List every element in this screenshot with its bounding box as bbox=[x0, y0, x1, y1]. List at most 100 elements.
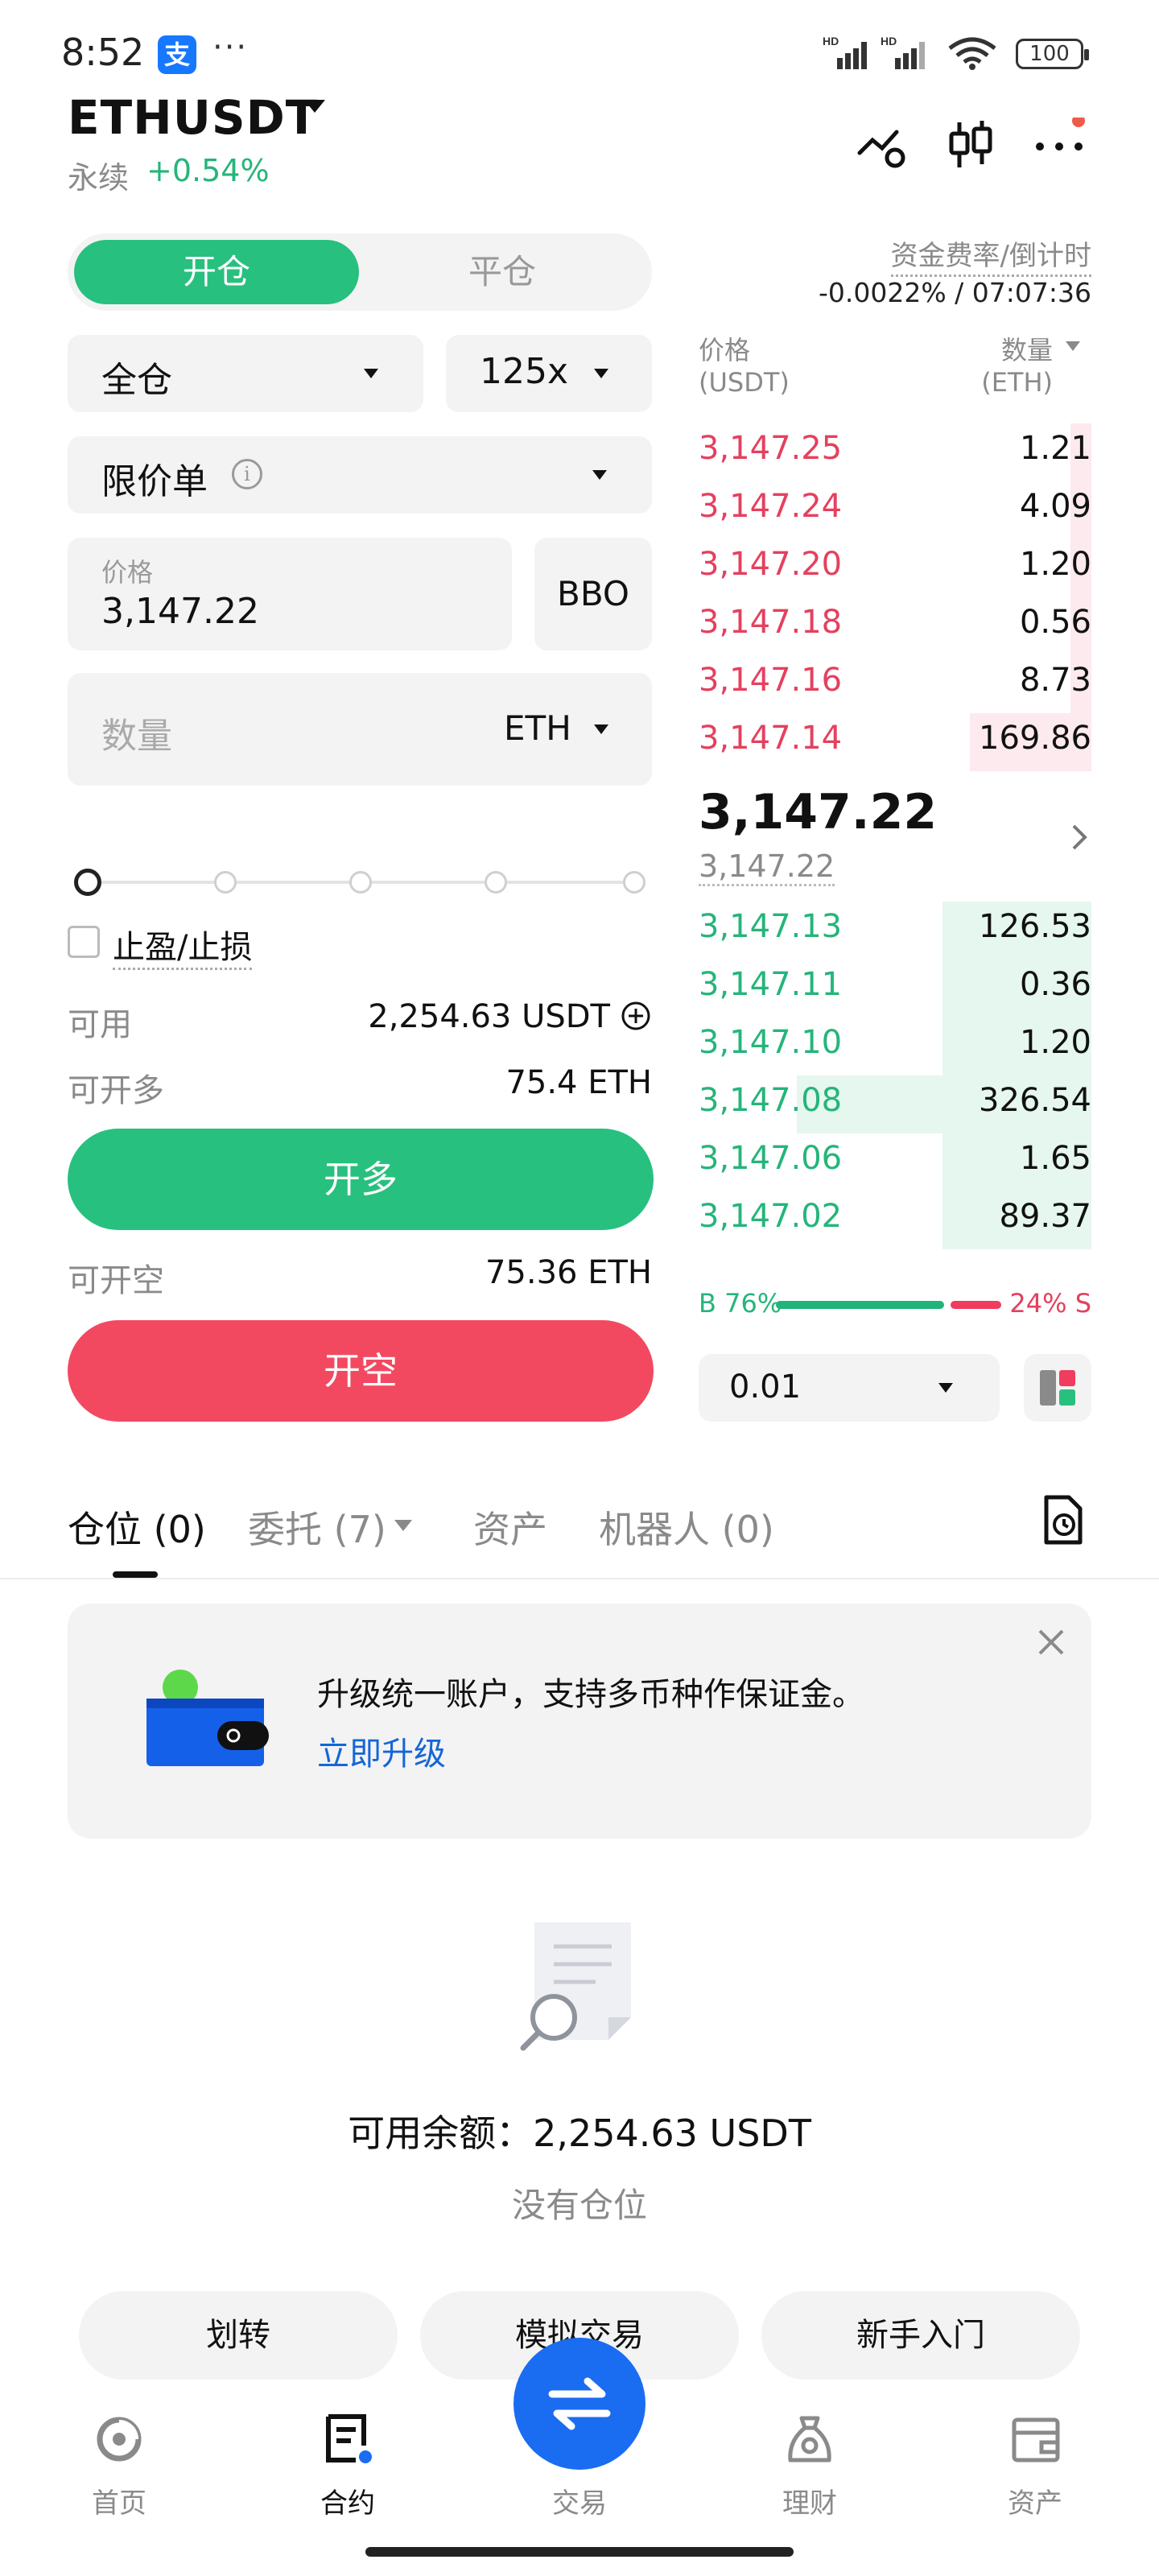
open-long-button[interactable]: 开多 bbox=[68, 1129, 654, 1230]
divider bbox=[0, 1578, 1159, 1579]
slider-handle[interactable] bbox=[74, 869, 101, 896]
quantity-unit[interactable]: ETH bbox=[504, 708, 571, 748]
slider-step-50[interactable] bbox=[349, 871, 372, 894]
wifi-icon bbox=[948, 37, 996, 70]
ask-qty[interactable]: 1.21 bbox=[1020, 430, 1091, 467]
price-input-label: 价格 bbox=[101, 557, 154, 588]
symbol-title[interactable]: ETHUSDT bbox=[68, 90, 318, 145]
bid-price[interactable]: 3,147.02 bbox=[699, 1198, 842, 1235]
bid-price[interactable]: 3,147.06 bbox=[699, 1140, 842, 1177]
ask-row[interactable]: 3,147.24 4.09 bbox=[699, 481, 1091, 539]
earn-icon bbox=[788, 2416, 831, 2462]
tab-orders[interactable]: 委托 (7) bbox=[248, 1501, 386, 1554]
max-short-label: 可开空 bbox=[68, 1262, 164, 1299]
close-icon[interactable] bbox=[1037, 1628, 1066, 1657]
ask-price[interactable]: 3,147.18 bbox=[699, 604, 842, 641]
open-short-button[interactable]: 开空 bbox=[68, 1320, 654, 1422]
bid-qty[interactable]: 0.36 bbox=[1020, 966, 1091, 1003]
signal-icon: HD bbox=[823, 35, 867, 69]
candlestick-chart-icon[interactable] bbox=[943, 118, 998, 172]
more-menu-icon[interactable] bbox=[1032, 118, 1087, 172]
ask-price[interactable]: 3,147.25 bbox=[699, 430, 842, 467]
margin-mode-value: 全仓 bbox=[101, 360, 172, 401]
bid-row[interactable]: 3,147.02 89.37 bbox=[699, 1191, 1091, 1249]
ask-qty[interactable]: 169.86 bbox=[979, 720, 1091, 757]
funding-rate-value: -0.0022% / 07:07:36 bbox=[818, 277, 1091, 308]
bid-row[interactable]: 3,147.10 1.20 bbox=[699, 1018, 1091, 1075]
leverage-select[interactable]: 125x bbox=[446, 335, 652, 412]
upgrade-now-link[interactable]: 立即升级 bbox=[317, 1728, 446, 1774]
ask-row[interactable]: 3,147.18 0.56 bbox=[699, 597, 1091, 655]
chevron-right-icon[interactable] bbox=[1069, 821, 1091, 853]
margin-mode-select[interactable]: 全仓 bbox=[68, 335, 423, 412]
bid-row[interactable]: 3,147.06 1.65 bbox=[699, 1133, 1091, 1191]
home-indicator[interactable] bbox=[365, 2547, 794, 2557]
transfer-add-icon[interactable] bbox=[620, 1000, 652, 1032]
precision-select[interactable]: 0.01 bbox=[699, 1354, 1000, 1422]
symbol-dropdown-icon[interactable] bbox=[304, 100, 325, 113]
tab-bots[interactable]: 机器人 (0) bbox=[599, 1501, 774, 1554]
tpsl-checkbox[interactable] bbox=[68, 926, 100, 958]
mark-price[interactable]: 3,147.22 bbox=[699, 848, 835, 886]
ask-qty[interactable]: 0.56 bbox=[1020, 604, 1091, 641]
bid-price[interactable]: 3,147.10 bbox=[699, 1024, 842, 1061]
bid-price[interactable]: 3,147.08 bbox=[699, 1082, 842, 1119]
sell-ratio-bar bbox=[951, 1301, 1001, 1309]
order-type-select[interactable]: 限价单 i bbox=[68, 436, 652, 514]
tab-assets[interactable]: 资产 bbox=[473, 1501, 547, 1554]
tpsl-label[interactable]: 止盈/止损 bbox=[113, 921, 253, 970]
ask-qty[interactable]: 1.20 bbox=[1020, 546, 1091, 583]
status-time: 8:52 bbox=[61, 31, 145, 74]
transfer-button[interactable]: 划转 bbox=[79, 2291, 398, 2380]
max-short-value: 75.36 ETH bbox=[485, 1254, 652, 1291]
ask-row[interactable]: 3,147.16 8.73 bbox=[699, 655, 1091, 713]
ask-price[interactable]: 3,147.20 bbox=[699, 546, 842, 583]
bid-qty[interactable]: 126.53 bbox=[979, 908, 1091, 945]
ask-price[interactable]: 3,147.16 bbox=[699, 662, 842, 699]
available-value: 2,254.63 USDT bbox=[368, 998, 610, 1035]
bid-qty[interactable]: 326.54 bbox=[979, 1082, 1091, 1119]
bid-price[interactable]: 3,147.11 bbox=[699, 966, 842, 1003]
tab-open-position[interactable]: 开仓 bbox=[74, 240, 359, 304]
nav-assets-label: 资产 bbox=[1008, 2487, 1062, 2520]
order-type-value: 限价单 bbox=[101, 461, 208, 502]
ask-row[interactable]: 3,147.14 169.86 bbox=[699, 713, 1091, 771]
ask-qty[interactable]: 4.09 bbox=[1020, 488, 1091, 525]
bid-row[interactable]: 3,147.08 326.54 bbox=[699, 1075, 1091, 1133]
trade-fab-button[interactable] bbox=[514, 2338, 645, 2470]
bid-qty[interactable]: 1.65 bbox=[1020, 1140, 1091, 1177]
bid-price[interactable]: 3,147.13 bbox=[699, 908, 842, 945]
status-more-icon: ··· bbox=[212, 29, 249, 66]
orderbook-layout-icon bbox=[1040, 1370, 1075, 1406]
funding-rate-label[interactable]: 资金费率/倒计时 bbox=[890, 233, 1091, 277]
tab-positions[interactable]: 仓位 (0) bbox=[68, 1501, 206, 1554]
orderbook-qty-header[interactable]: 数量 bbox=[1001, 330, 1053, 367]
bid-qty[interactable]: 1.20 bbox=[1020, 1024, 1091, 1061]
bbo-button[interactable]: BBO bbox=[534, 538, 652, 650]
ask-row[interactable]: 3,147.20 1.20 bbox=[699, 539, 1091, 597]
orderbook-layout-button[interactable] bbox=[1024, 1354, 1091, 1422]
orders-dropdown-icon[interactable] bbox=[394, 1520, 412, 1531]
slider-step-25[interactable] bbox=[214, 871, 237, 894]
beginner-guide-button[interactable]: 新手入门 bbox=[761, 2291, 1080, 2380]
bid-qty[interactable]: 89.37 bbox=[999, 1198, 1091, 1235]
info-icon[interactable]: i bbox=[232, 459, 262, 489]
ask-qty[interactable]: 8.73 bbox=[1020, 662, 1091, 699]
slider-step-100[interactable] bbox=[623, 871, 645, 894]
price-input[interactable]: 价格 3,147.22 bbox=[68, 538, 512, 650]
price-alert-icon[interactable] bbox=[855, 118, 909, 172]
bid-row[interactable]: 3,147.11 0.36 bbox=[699, 960, 1091, 1018]
slider-step-75[interactable] bbox=[485, 871, 507, 894]
chevron-down-icon[interactable] bbox=[594, 724, 608, 734]
max-long-label: 可开多 bbox=[68, 1072, 164, 1109]
qty-unit-dropdown-icon[interactable] bbox=[1066, 341, 1080, 351]
tab-close-position[interactable]: 平仓 bbox=[359, 240, 645, 304]
price-change: +0.54% bbox=[146, 153, 270, 188]
history-icon[interactable] bbox=[1040, 1494, 1085, 1546]
ask-price[interactable]: 3,147.24 bbox=[699, 488, 842, 525]
bid-row[interactable]: 3,147.13 126.53 bbox=[699, 902, 1091, 960]
price-input-value[interactable]: 3,147.22 bbox=[101, 591, 259, 632]
quantity-input[interactable]: 数量 ETH bbox=[68, 673, 652, 786]
ask-row[interactable]: 3,147.25 1.21 bbox=[699, 423, 1091, 481]
ask-price[interactable]: 3,147.14 bbox=[699, 720, 842, 757]
